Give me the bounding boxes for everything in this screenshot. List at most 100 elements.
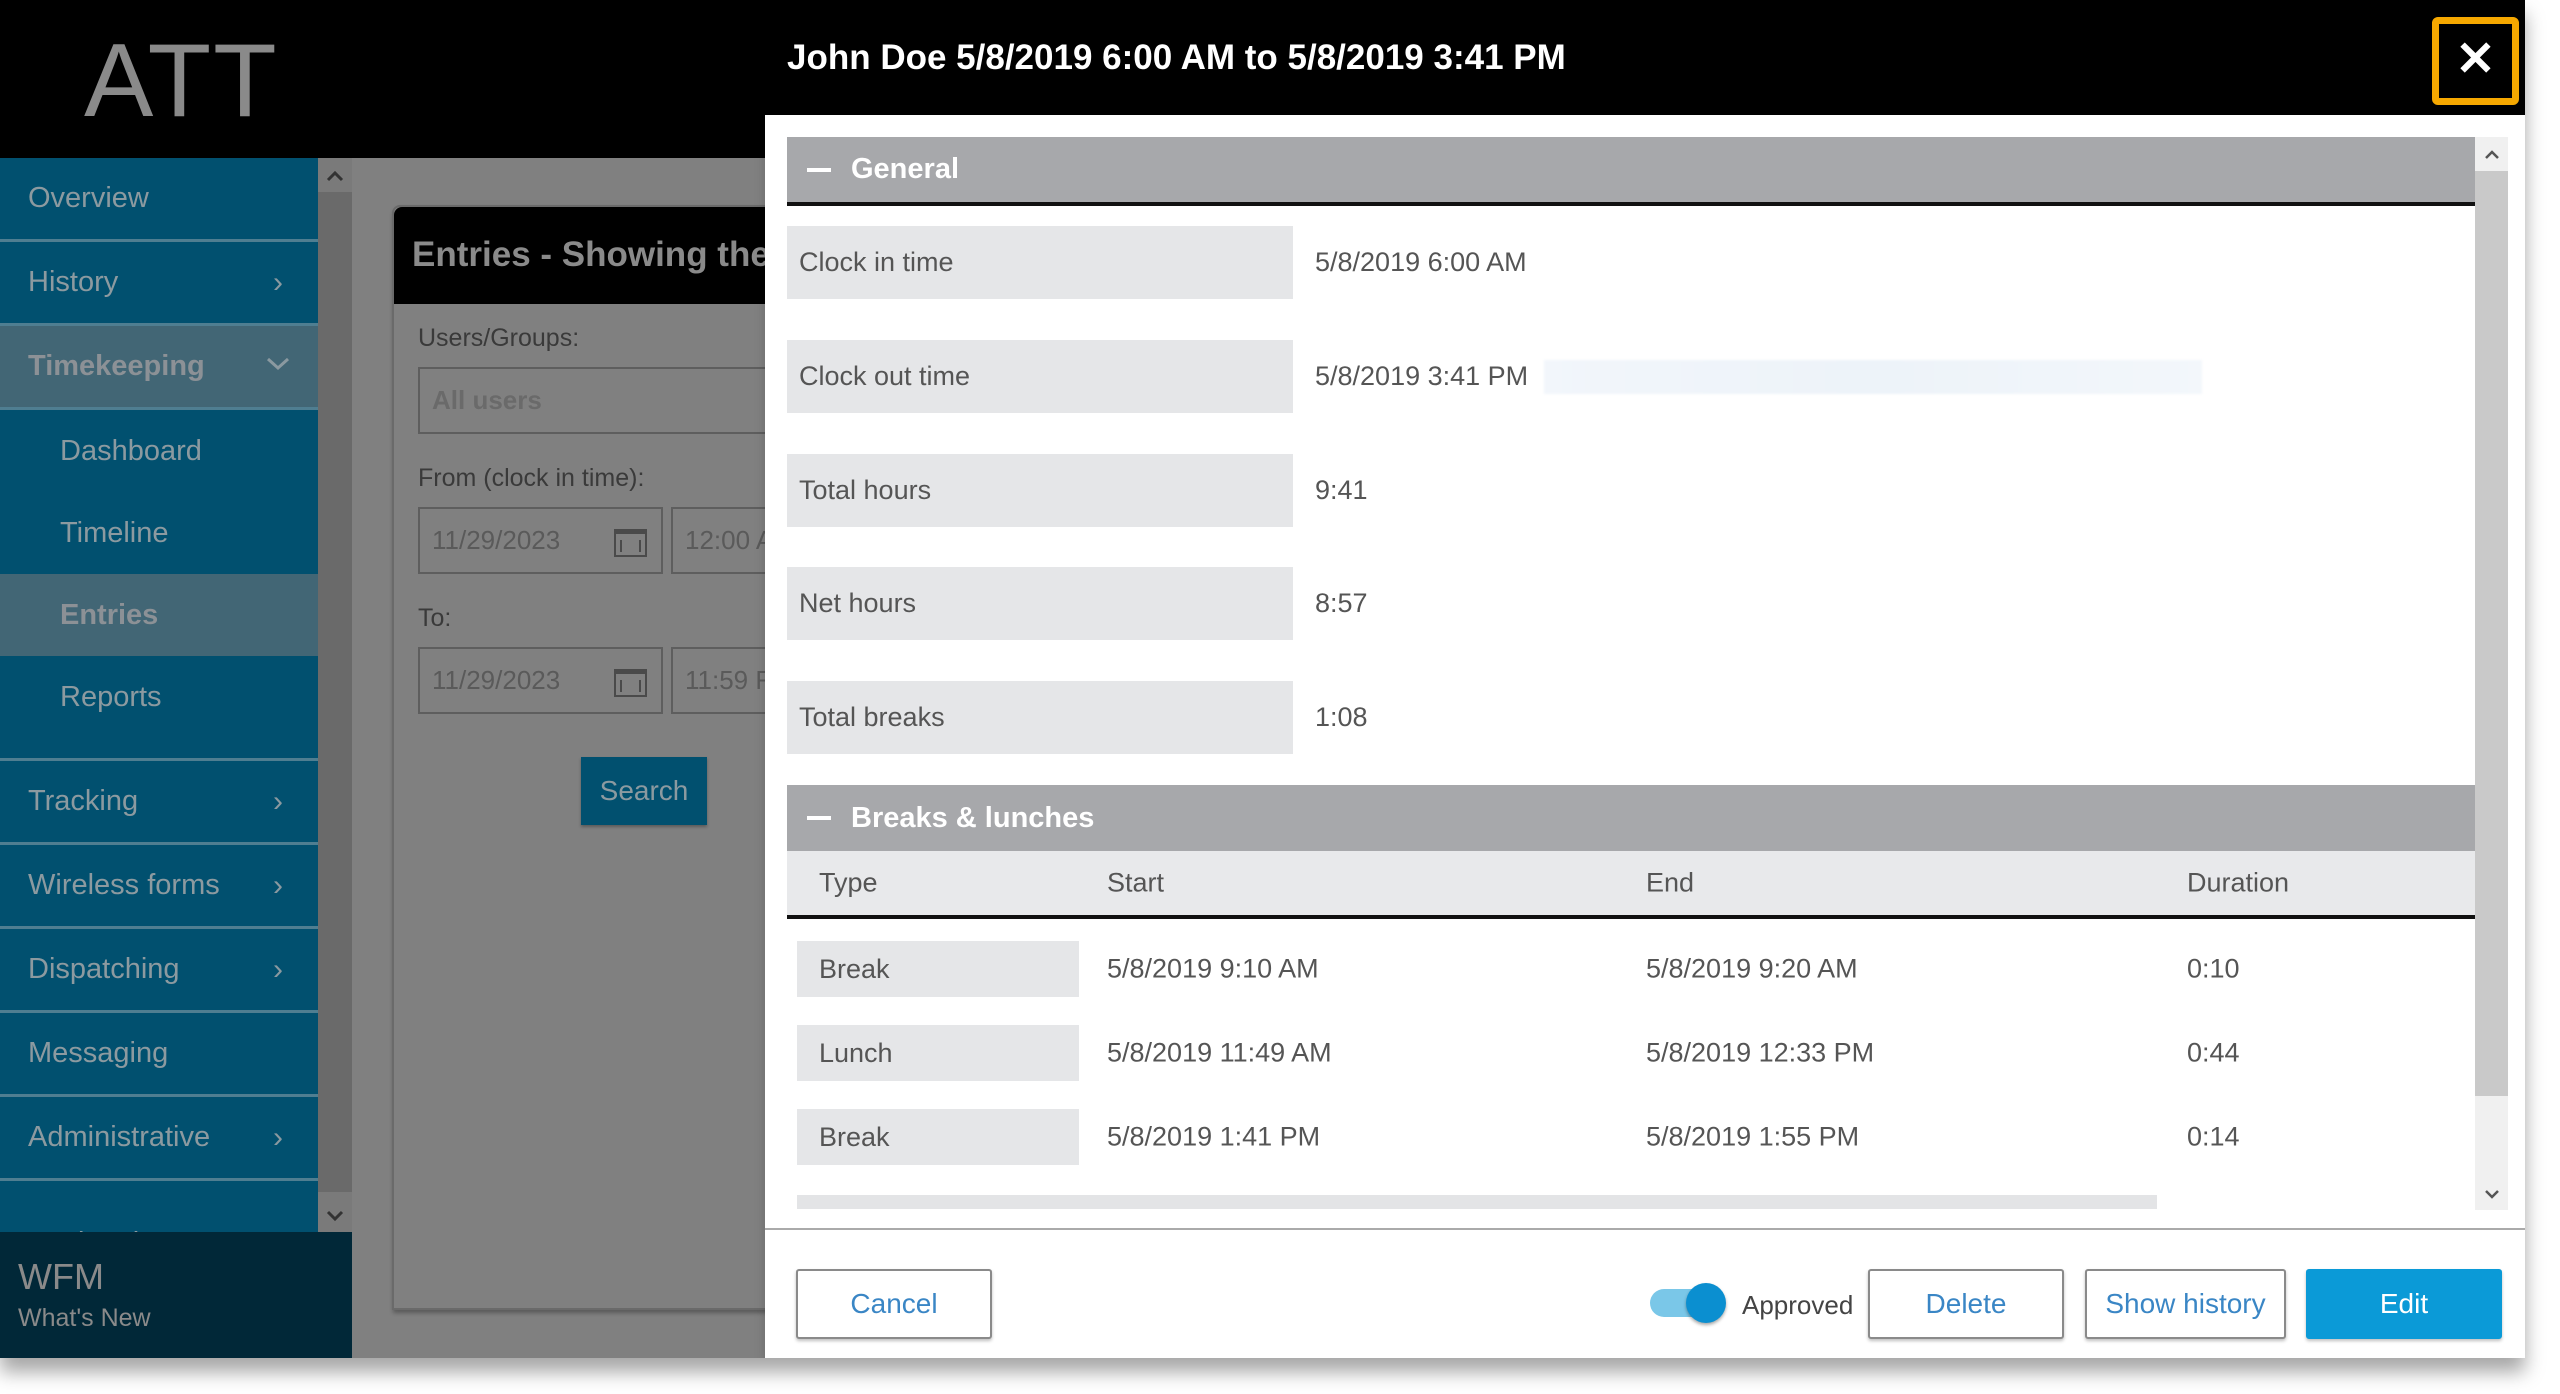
show-history-button[interactable]: Show history: [2085, 1269, 2286, 1339]
cell-end: 5/8/2019 12:33 PM: [1646, 1037, 1875, 1068]
scroll-down-icon[interactable]: [318, 1198, 352, 1232]
whats-new-footer[interactable]: WFM What's New: [0, 1232, 352, 1358]
close-highlight: ✕: [2432, 17, 2519, 105]
cell-start: 5/8/2019 9:10 AM: [1107, 953, 1319, 984]
modal-footer: Cancel Approved Delete Show history Edit: [765, 1228, 2525, 1358]
cell-start: 5/8/2019 1:41 PM: [1107, 1121, 1321, 1152]
footer-brand: WFM: [18, 1256, 104, 1297]
sidebar-item-label: Administrative: [28, 1121, 211, 1153]
cancel-button[interactable]: Cancel: [796, 1269, 992, 1339]
cell-start: 5/8/2019 11:49 AM: [1107, 1037, 1332, 1068]
sidebar-item-label: Overview: [28, 182, 149, 214]
scroll-up-icon[interactable]: [318, 158, 352, 192]
scroll-down-icon[interactable]: [2475, 1176, 2508, 1210]
column-header-type[interactable]: Type: [819, 868, 878, 899]
field-label: Total breaks: [787, 681, 1293, 754]
general-row-clock-out: Clock out time 5/8/2019 3:41 PM: [787, 340, 2203, 413]
sidebar-item-wireless-forms[interactable]: Wireless forms ›: [0, 845, 318, 929]
sidebar-item-label: Wireless forms: [28, 869, 220, 901]
edit-button[interactable]: Edit: [2306, 1269, 2502, 1339]
sidebar-item-messaging[interactable]: Messaging: [0, 1013, 318, 1097]
modal-body: General Clock in time 5/8/2019 6:00 AM C…: [765, 115, 2525, 1230]
sidebar-item-administrative[interactable]: Administrative ›: [0, 1097, 318, 1181]
chevron-right-icon: ›: [273, 784, 283, 818]
entry-detail-modal: John Doe 5/8/2019 6:00 AM to 5/8/2019 3:…: [765, 0, 2525, 1358]
app-window: ATT Overview History › Timekeeping Dashb…: [0, 0, 2525, 1358]
cell-end: 5/8/2019 9:20 AM: [1646, 953, 1858, 984]
to-date-value: 11/29/2023: [432, 665, 561, 695]
logo: ATT: [84, 23, 279, 139]
chevron-right-icon: ›: [273, 952, 283, 986]
cell-end: 5/8/2019 1:55 PM: [1646, 1121, 1860, 1152]
scroll-up-icon[interactable]: [2475, 137, 2508, 171]
field-label: Total hours: [787, 454, 1293, 527]
approved-toggle[interactable]: [1650, 1283, 1726, 1323]
general-row-total-hours: Total hours 9:41: [787, 454, 1368, 527]
cell-type: Lunch: [797, 1025, 1079, 1081]
section-general-header[interactable]: General: [787, 137, 2475, 206]
calendar-icon[interactable]: [614, 529, 647, 557]
collapse-icon: [807, 816, 831, 820]
field-value: 5/8/2019 3:41 PM: [1315, 361, 1529, 391]
sidebar-item-label: Tracking: [28, 785, 139, 817]
delete-button[interactable]: Delete: [1868, 1269, 2064, 1339]
chevron-right-icon: ›: [273, 868, 283, 902]
to-date-input[interactable]: 11/29/2023: [418, 647, 663, 714]
toggle-knob: [1686, 1283, 1726, 1323]
scrollbar-thumb[interactable]: [318, 192, 352, 1192]
calendar-icon[interactable]: [614, 669, 647, 697]
sidebar-item-label: Timekeeping: [28, 350, 205, 382]
chevron-down-icon: [264, 353, 292, 381]
general-row-net-hours: Net hours 8:57: [787, 567, 1368, 640]
table-row[interactable]: Lunch 5/8/2019 11:49 AM 5/8/2019 12:33 P…: [787, 1025, 2475, 1081]
sidebar-item-label: History: [28, 266, 119, 298]
sidebar-item-history[interactable]: History ›: [0, 242, 318, 326]
modal-vertical-scrollbar[interactable]: [2475, 137, 2508, 1210]
search-button[interactable]: Search: [581, 757, 707, 825]
section-title: General: [851, 153, 959, 185]
close-button[interactable]: ✕: [2439, 24, 2512, 98]
sidebar-subitem-dashboard[interactable]: Dashboard: [0, 410, 318, 492]
approved-label: Approved: [1742, 1290, 1854, 1320]
sidebar-item-dispatching[interactable]: Dispatching ›: [0, 929, 318, 1013]
from-date-input[interactable]: 11/29/2023: [418, 507, 663, 574]
modal-header: John Doe 5/8/2019 6:00 AM to 5/8/2019 3:…: [765, 0, 2525, 115]
collapse-icon: [807, 167, 831, 172]
timekeeping-submenu: Dashboard Timeline Entries Reports: [0, 410, 318, 761]
cell-duration: 0:44: [2187, 1037, 2240, 1068]
sidebar-item-label: Dispatching: [28, 953, 180, 985]
cell-duration: 0:10: [2187, 953, 2240, 984]
chevron-right-icon: ›: [273, 1120, 283, 1154]
cell-type: Break: [797, 941, 1079, 997]
sidebar-item-label: Messaging: [28, 1037, 169, 1069]
from-date-value: 11/29/2023: [432, 525, 561, 555]
table-row[interactable]: Break 5/8/2019 9:10 AM 5/8/2019 9:20 AM …: [787, 941, 2475, 997]
sidebar-item-overview[interactable]: Overview: [0, 158, 318, 242]
field-label: Clock out time: [787, 340, 1293, 413]
general-row-total-breaks: Total breaks 1:08: [787, 681, 1368, 754]
sidebar-item-marketplace[interactable]: Marketplace: [0, 1181, 318, 1232]
column-header-duration[interactable]: Duration: [2187, 868, 2289, 899]
sidebar-item-timekeeping[interactable]: Timekeeping: [0, 326, 318, 410]
breaks-table-header: Type Start End Duration: [787, 851, 2475, 919]
cell-type: Break: [797, 1109, 1079, 1165]
sidebar-subitem-timeline[interactable]: Timeline: [0, 492, 318, 574]
sidebar-scrollbar[interactable]: [318, 158, 352, 1232]
table-row[interactable]: Break 5/8/2019 1:41 PM 5/8/2019 1:55 PM …: [787, 1109, 2475, 1165]
sidebar-subitem-reports[interactable]: Reports: [0, 656, 318, 738]
field-value: 1:08: [1315, 702, 1368, 732]
sidebar: Overview History › Timekeeping Dashboard…: [0, 158, 318, 1232]
sidebar-subitem-entries[interactable]: Entries: [0, 574, 318, 656]
scrollbar-thumb[interactable]: [2475, 171, 2508, 1096]
general-row-clock-in: Clock in time 5/8/2019 6:00 AM: [787, 226, 1527, 299]
field-value: 5/8/2019 6:00 AM: [1315, 247, 1527, 277]
cell-duration: 0:14: [2187, 1121, 2240, 1152]
table-horizontal-scrollbar[interactable]: [797, 1195, 2157, 1209]
column-header-start[interactable]: Start: [1107, 868, 1164, 899]
sidebar-item-tracking[interactable]: Tracking ›: [0, 761, 318, 845]
column-header-end[interactable]: End: [1646, 868, 1694, 899]
whats-new-link[interactable]: What's New: [18, 1304, 334, 1333]
field-value: 9:41: [1315, 475, 1368, 505]
section-breaks-header[interactable]: Breaks & lunches: [787, 785, 2475, 851]
modal-title: John Doe 5/8/2019 6:00 AM to 5/8/2019 3:…: [787, 38, 1566, 77]
